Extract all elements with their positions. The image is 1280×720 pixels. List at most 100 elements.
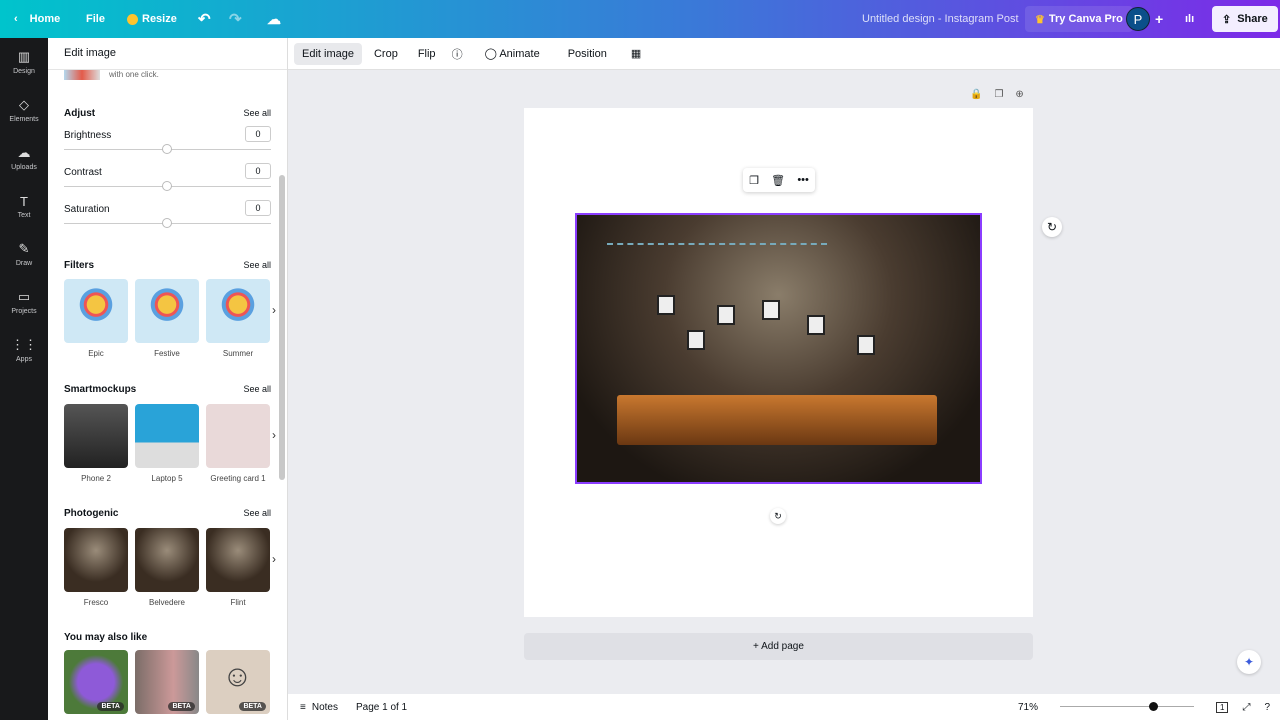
adjust-label: Contrast bbox=[64, 167, 102, 178]
crop-button[interactable]: Crop bbox=[366, 43, 406, 65]
panel-title: Edit image bbox=[48, 38, 287, 70]
edit-image-button[interactable]: Edit image bbox=[294, 42, 362, 65]
filters-see-all[interactable]: See all bbox=[243, 260, 271, 271]
smartmockups-item[interactable]: Laptop 5 bbox=[135, 404, 199, 483]
cloud-save-icon[interactable]: ☁ bbox=[267, 0, 281, 38]
edit-image-panel: Edit image with one click. Adjust See all… bbox=[48, 38, 288, 720]
design-icon: ▥ bbox=[17, 49, 31, 64]
fullscreen-icon[interactable]: ⤢ bbox=[1242, 702, 1250, 713]
notes-button[interactable]: Notes bbox=[312, 702, 338, 713]
add-member-icon[interactable]: + bbox=[1155, 0, 1163, 38]
also-like-item[interactable]: BETA bbox=[64, 650, 128, 720]
resize-button[interactable]: Resize bbox=[127, 0, 177, 38]
animate-button[interactable]: ◯ Animate bbox=[477, 42, 548, 65]
filters-item[interactable]: Epic bbox=[64, 279, 128, 358]
rail-item-projects[interactable]: ▭ Projects bbox=[0, 278, 48, 326]
zoom-slider-knob[interactable] bbox=[1148, 702, 1158, 711]
adjust-value-input[interactable]: 0 bbox=[245, 200, 271, 216]
undo-icon[interactable]: ↶ bbox=[198, 0, 211, 38]
adjust-contrast: Contrast 0 bbox=[64, 163, 271, 191]
transparency-icon[interactable]: ▦ bbox=[623, 42, 649, 65]
zoom-slider[interactable] bbox=[1059, 702, 1194, 712]
smartmockups-see-all[interactable]: See all bbox=[243, 384, 271, 395]
page-actions[interactable]: 🔒❐⊕ bbox=[970, 89, 1036, 100]
top-bar: ‹ Home File Resize ↶ ↷ ☁ Untitled design … bbox=[0, 0, 1280, 38]
element-toolbar: ❐ 🗑 ••• bbox=[743, 168, 815, 192]
context-toolbar: Edit image Crop Flip ⓘ ◯ Animate Positio… bbox=[288, 38, 1280, 70]
photogenic-heading: Photogenic bbox=[64, 508, 119, 519]
adjust-brightness: Brightness 0 bbox=[64, 126, 271, 154]
rail-label: Apps bbox=[16, 356, 32, 363]
adjust-value-input[interactable]: 0 bbox=[245, 126, 271, 142]
info-icon[interactable]: ⓘ bbox=[444, 41, 471, 67]
filters-thumbnail bbox=[206, 279, 270, 343]
rail-item-elements[interactable]: ◇ Elements bbox=[0, 86, 48, 134]
smartmockups-item[interactable]: Greeting card 1 bbox=[206, 404, 270, 483]
home-button[interactable]: ‹ Home bbox=[14, 0, 60, 38]
rail-item-uploads[interactable]: ☁ Uploads bbox=[0, 134, 48, 182]
share-label: Share bbox=[1237, 13, 1268, 25]
rail-label: Design bbox=[13, 68, 35, 75]
trash-icon[interactable]: 🗑 bbox=[771, 174, 785, 187]
rail-label: Text bbox=[17, 211, 31, 219]
share-button[interactable]: ⇪ Share bbox=[1212, 6, 1278, 32]
more-icon[interactable]: ••• bbox=[797, 174, 809, 186]
bottom-bar: ≡ Notes Page 1 of 1 71% 1 ⤢ ? bbox=[288, 694, 1280, 720]
panel-scrollbar[interactable] bbox=[276, 70, 288, 720]
partial-description: with one click. bbox=[109, 70, 159, 79]
copy-icon[interactable]: ❐ bbox=[749, 174, 759, 187]
avatar[interactable]: P bbox=[1126, 7, 1150, 31]
smartmockups-label: Greeting card 1 bbox=[210, 474, 266, 483]
lock-icon[interactable]: 🔒 bbox=[970, 89, 994, 100]
background-remover-thumb[interactable] bbox=[64, 70, 100, 80]
draw-icon: ✎ bbox=[18, 241, 30, 256]
photogenic-see-all[interactable]: See all bbox=[243, 508, 271, 519]
adjust-slider-knob[interactable] bbox=[162, 144, 172, 154]
add-page-icon[interactable]: ⊕ bbox=[1015, 89, 1035, 100]
smartmockups-heading: Smartmockups bbox=[64, 384, 137, 395]
adjust-see-all[interactable]: See all bbox=[243, 108, 271, 119]
comment-icon[interactable]: ↻ bbox=[1042, 217, 1062, 237]
rotate-handle[interactable]: ↻ bbox=[770, 508, 786, 524]
position-button[interactable]: Position bbox=[560, 43, 615, 65]
magic-assistant-icon[interactable]: ✦ bbox=[1237, 650, 1261, 674]
filters-thumbnail bbox=[64, 279, 128, 343]
adjust-value-input[interactable]: 0 bbox=[245, 163, 271, 179]
smartmockups-label: Phone 2 bbox=[81, 474, 111, 483]
also-like-item[interactable]: ☺ BETA bbox=[206, 650, 270, 720]
help-icon[interactable]: ? bbox=[1264, 702, 1270, 713]
rail-item-design[interactable]: ▥ Design bbox=[0, 38, 48, 86]
rail-item-draw[interactable]: ✎ Draw bbox=[0, 230, 48, 278]
redo-icon[interactable]: ↷ bbox=[229, 0, 242, 38]
side-rail: ▥ Design ◇ Elements ☁ Uploads T Text ✎ Draw ▭ Proje… bbox=[0, 38, 48, 720]
page-grid-button[interactable]: 1 bbox=[1215, 701, 1229, 713]
photogenic-label: Belvedere bbox=[148, 598, 186, 607]
beta-badge: BETA bbox=[168, 702, 195, 711]
analytics-icon[interactable]: ılı bbox=[1185, 0, 1194, 38]
adjust-slider-knob[interactable] bbox=[162, 218, 172, 228]
rail-item-text[interactable]: T Text bbox=[0, 182, 48, 230]
flip-button[interactable]: Flip bbox=[410, 43, 444, 65]
photogenic-item[interactable]: Flint bbox=[206, 528, 270, 607]
also-like-item[interactable]: BETA bbox=[135, 650, 199, 720]
crown-icon: ♛ bbox=[1035, 13, 1045, 26]
duplicate-page-icon[interactable]: ❐ bbox=[994, 89, 1015, 100]
filters-label: Summer bbox=[222, 349, 254, 358]
adjust-slider-knob[interactable] bbox=[162, 181, 172, 191]
photogenic-item[interactable]: Fresco bbox=[64, 528, 128, 607]
add-page-button[interactable]: + Add page bbox=[524, 633, 1033, 660]
smartmockups-item[interactable]: Phone 2 bbox=[64, 404, 128, 483]
zoom-level[interactable]: 71% bbox=[1018, 702, 1038, 713]
filters-item[interactable]: Summer bbox=[206, 279, 270, 358]
filters-heading: Filters bbox=[64, 260, 95, 271]
design-title[interactable]: Untitled design - Instagram Post bbox=[862, 0, 1019, 38]
cafe-photo[interactable] bbox=[575, 213, 982, 484]
resize-label: Resize bbox=[142, 13, 177, 25]
try-canva-pro-button[interactable]: ♛ Try Canva Pro bbox=[1025, 6, 1133, 32]
notes-icon[interactable]: ≡ bbox=[300, 702, 306, 713]
smartmockups-thumbnail bbox=[64, 404, 128, 468]
rail-item-apps[interactable]: ⋮⋮ Apps bbox=[0, 326, 48, 374]
photogenic-item[interactable]: Belvedere bbox=[135, 528, 199, 607]
file-menu[interactable]: File bbox=[86, 0, 105, 38]
filters-item[interactable]: Festive bbox=[135, 279, 199, 358]
